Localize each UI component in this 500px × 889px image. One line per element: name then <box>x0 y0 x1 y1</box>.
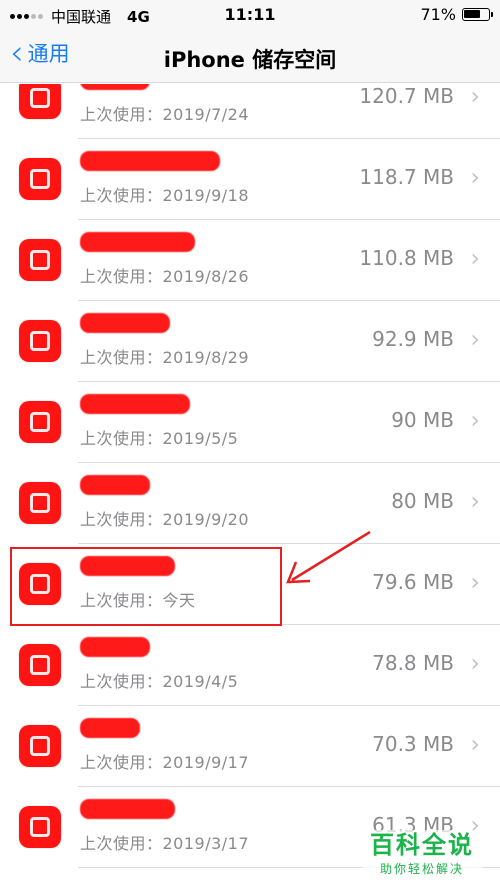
last-used-label: 上次使用：2019/9/17 <box>80 753 250 772</box>
app-size: 80 MB <box>391 489 454 513</box>
chevron-right-icon: › <box>470 84 480 110</box>
app-size: 118.7 MB <box>359 165 454 189</box>
watermark-logo: 百科全说 助你轻松解决 <box>362 830 482 877</box>
app-icon <box>19 84 61 119</box>
app-row[interactable]: 上次使用：2019/8/26 110.8 MB › <box>0 220 500 301</box>
chevron-right-icon: › <box>470 406 480 434</box>
redacted-app-name <box>80 799 175 819</box>
app-row[interactable]: 上次使用：2019/9/17 70.3 MB › <box>0 706 500 787</box>
app-icon <box>19 320 61 362</box>
app-icon <box>19 239 61 281</box>
chevron-right-icon: › <box>470 163 480 191</box>
watermark-sub-text: 助你轻松解决 <box>379 862 464 876</box>
app-size: 79.6 MB <box>372 570 454 594</box>
app-size: 92.9 MB <box>372 327 454 351</box>
redacted-app-name <box>80 151 220 171</box>
page-title: iPhone 储存空间 <box>163 48 337 72</box>
last-used-label: 上次使用：2019/9/20 <box>80 510 250 529</box>
app-size: 120.7 MB <box>359 84 454 108</box>
last-used-label: 上次使用：2019/7/24 <box>80 105 250 124</box>
app-storage-list[interactable]: 上次使用：2019/7/24 120.7 MB › 上次使用：2019/9/18 118… <box>0 84 500 889</box>
app-icon <box>19 401 61 443</box>
last-used-label: 上次使用：2019/4/5 <box>80 672 239 691</box>
app-row[interactable]: 上次使用：2019/9/18 118.7 MB › <box>0 139 500 220</box>
watermark-main-text: 百科全说 <box>370 831 474 859</box>
app-row[interactable]: 上次使用：2019/5/5 90 MB › <box>0 382 500 463</box>
app-row[interactable]: 上次使用：2019/4/5 78.8 MB › <box>0 625 500 706</box>
chevron-right-icon: › <box>470 487 480 515</box>
last-used-label: 上次使用：2019/3/17 <box>80 834 250 853</box>
app-size: 110.8 MB <box>359 246 454 270</box>
last-used-label: 上次使用：2019/8/26 <box>80 267 250 286</box>
last-used-label: 上次使用：2019/8/29 <box>80 348 250 367</box>
status-bar: 中国联通 4G 11:11 71% <box>0 0 500 30</box>
app-size: 90 MB <box>391 408 454 432</box>
redacted-app-name <box>80 475 150 495</box>
app-icon <box>19 644 61 686</box>
last-used-label: 上次使用：2019/9/18 <box>80 186 250 205</box>
app-icon <box>19 158 61 200</box>
redacted-app-name <box>80 394 190 414</box>
last-used-label: 上次使用：2019/5/5 <box>80 429 239 448</box>
chevron-right-icon: › <box>470 730 480 758</box>
redacted-app-name <box>80 313 170 333</box>
app-size: 78.8 MB <box>372 651 454 675</box>
redacted-app-name <box>80 718 140 738</box>
app-icon <box>19 725 61 767</box>
chevron-right-icon: › <box>470 649 480 677</box>
app-row[interactable]: 上次使用：2019/9/20 80 MB › <box>0 463 500 544</box>
app-icon <box>19 482 61 524</box>
navigation-bar: ‹ 通用 iPhone 储存空间 <box>0 30 500 83</box>
redacted-app-name <box>80 637 150 657</box>
chevron-right-icon: › <box>470 325 480 353</box>
status-right: 71% <box>420 5 493 24</box>
battery-icon <box>462 8 493 21</box>
battery-percent: 71% <box>420 5 456 24</box>
app-row[interactable]: 上次使用：2019/8/29 92.9 MB › <box>0 301 500 382</box>
chevron-right-icon: › <box>470 568 480 596</box>
redacted-app-name <box>80 84 150 90</box>
app-row[interactable]: 上次使用：2019/7/24 120.7 MB › <box>0 84 500 139</box>
app-icon <box>19 806 61 848</box>
annotation-highlight-box <box>10 547 282 626</box>
chevron-right-icon: › <box>470 244 480 272</box>
app-size: 70.3 MB <box>372 732 454 756</box>
redacted-app-name <box>80 232 195 252</box>
